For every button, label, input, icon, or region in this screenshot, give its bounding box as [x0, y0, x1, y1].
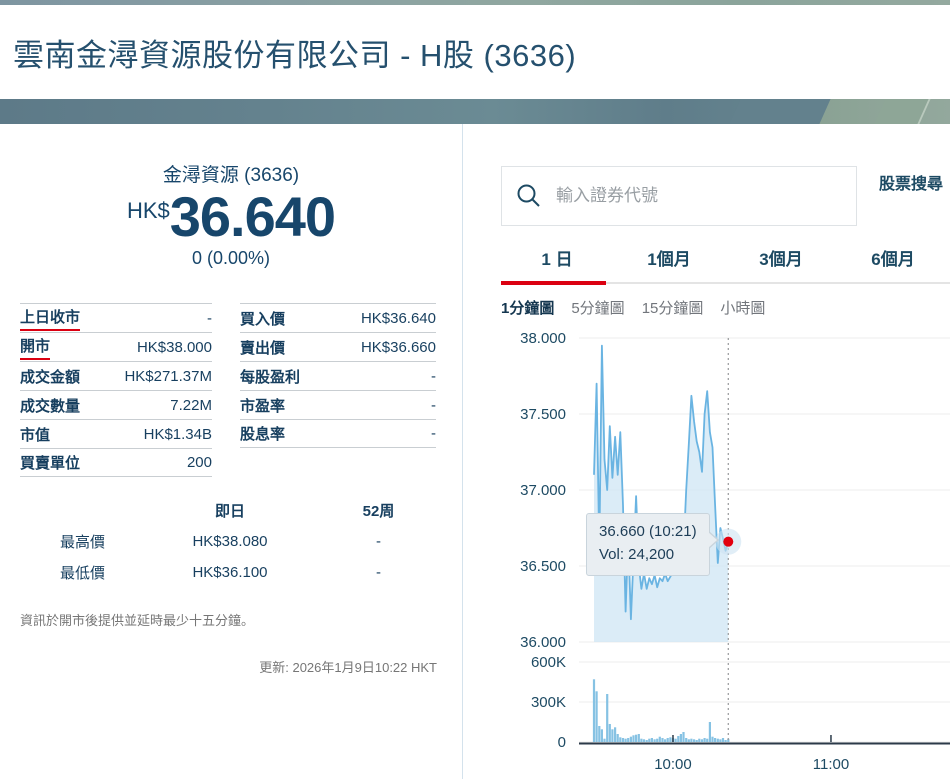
range-day-value: HK$36.100	[145, 557, 315, 588]
stat-label: 每股盈利	[240, 366, 300, 387]
stat-row: 買入價 HK$36.640	[240, 303, 436, 332]
svg-text:37.500: 37.500	[520, 406, 566, 423]
stats-right-column: 買入價 HK$36.640 賣出價 HK$36.660 每股盈利 - 市盈率 - 股息率 -	[240, 303, 436, 448]
tab-6-month[interactable]: 6個月	[837, 245, 949, 270]
stat-value: HK$271.37M	[124, 368, 212, 385]
stat-value: HK$1.34B	[144, 426, 212, 443]
tab-hour-chart[interactable]: 小時圖	[720, 297, 765, 318]
price-row: HK$ 36.640	[20, 189, 442, 245]
tab-1-minute-chart[interactable]: 1分鐘圖	[501, 297, 554, 318]
search-icon[interactable]	[516, 183, 542, 209]
svg-text:36.500: 36.500	[520, 558, 566, 575]
active-tab-indicator	[501, 281, 606, 285]
tab-1-month[interactable]: 1個月	[613, 245, 725, 270]
range-day-value: HK$38.080	[145, 526, 315, 557]
stat-label: 市值	[20, 424, 50, 445]
stat-row: 上日收市 -	[20, 303, 212, 332]
chart-panel: 股票搜尋 1 日 1個月 3個月 6個月 1分鐘圖 5分鐘圖 15分鐘圖 小時圖…	[462, 124, 950, 779]
chart-tooltip: 36.660 (10:21) Vol: 24,200	[586, 513, 710, 576]
search-box[interactable]	[501, 166, 857, 226]
stats-table: 上日收市 - 開市 HK$38.000 成交金額 HK$271.37M 成交數量 7.22M 市…	[20, 303, 442, 477]
stat-label: 買賣單位	[20, 452, 80, 473]
stat-label: 成交數量	[20, 395, 80, 416]
stat-row: 成交數量 7.22M	[20, 390, 212, 419]
svg-text:10:00: 10:00	[654, 756, 692, 773]
delay-note: 資訊於開市後提供並延時最少十五分鐘。	[20, 610, 442, 629]
price-currency: HK$	[127, 198, 170, 224]
stats-left-column: 上日收市 - 開市 HK$38.000 成交金額 HK$271.37M 成交數量 7.22M 市…	[20, 303, 212, 477]
svg-text:38.000: 38.000	[520, 330, 566, 347]
tooltip-volume-line: Vol: 24,200	[599, 543, 697, 566]
tab-15-minute-chart[interactable]: 15分鐘圖	[642, 297, 704, 318]
stock-search-link[interactable]: 股票搜尋	[879, 170, 950, 194]
svg-text:11:00: 11:00	[813, 756, 849, 773]
stat-value: HK$36.660	[361, 339, 436, 356]
stat-value: 200	[187, 454, 212, 471]
stat-row: 開市 HK$38.000	[20, 332, 212, 361]
range-corner	[20, 495, 145, 526]
svg-text:600K: 600K	[531, 654, 566, 671]
stat-value: HK$36.640	[361, 310, 436, 327]
tab-1-day[interactable]: 1 日	[501, 245, 613, 270]
updated-timestamp: 更新: 2026年1月9日10:22 HKT	[20, 657, 442, 676]
stat-label: 賣出價	[240, 337, 285, 358]
range-col-52w-header: 52周	[315, 495, 442, 526]
range-row-label: 最高價	[20, 526, 145, 557]
range-col-day-header: 即日	[145, 495, 315, 526]
stat-value: -	[431, 397, 436, 414]
stat-value: -	[431, 425, 436, 442]
stat-value: -	[431, 368, 436, 385]
stat-value: 7.22M	[170, 397, 212, 414]
quote-panel: 金潯資源 (3636) HK$ 36.640 0 (0.00%) 上日收市 - 開市…	[0, 124, 462, 779]
range-52w-value: -	[315, 557, 442, 588]
stat-label: 股息率	[240, 423, 285, 444]
stat-label[interactable]: 上日收市	[20, 306, 80, 331]
tooltip-price-line: 36.660 (10:21)	[599, 520, 697, 543]
svg-text:0: 0	[558, 734, 566, 751]
stat-row: 每股盈利 -	[240, 361, 436, 390]
svg-text:300K: 300K	[531, 694, 566, 711]
intraday-chart[interactable]: 38.000 37.500 37.000 36.500 36.000 600K 300K 0 1…	[463, 328, 950, 779]
range-52w-value: -	[315, 526, 442, 557]
page-header: 雲南金潯資源股份有限公司 - H股 (3636)	[0, 5, 950, 99]
svg-text:37.000: 37.000	[520, 482, 566, 499]
stat-row: 市盈率 -	[240, 390, 436, 419]
stat-value: HK$38.000	[137, 339, 212, 356]
stat-row: 股息率 -	[240, 419, 436, 448]
price-change: 0 (0.00%)	[20, 248, 442, 269]
stat-row: 賣出價 HK$36.660	[240, 332, 436, 361]
search-input[interactable]	[556, 186, 842, 206]
tab-5-minute-chart[interactable]: 5分鐘圖	[571, 297, 624, 318]
stat-label[interactable]: 開市	[20, 335, 50, 360]
page-title: 雲南金潯資源股份有限公司 - H股 (3636)	[13, 30, 576, 75]
stat-label: 成交金額	[20, 366, 80, 387]
price-value: 36.640	[170, 189, 335, 245]
stat-row: 成交金額 HK$271.37M	[20, 361, 212, 390]
header-facet	[729, 99, 830, 124]
svg-text:36.000: 36.000	[520, 634, 566, 651]
period-tabs: 1 日 1個月 3個月 6個月	[501, 245, 950, 284]
main-content: 金潯資源 (3636) HK$ 36.640 0 (0.00%) 上日收市 - 開市…	[0, 124, 950, 779]
interval-tabs: 1分鐘圖 5分鐘圖 15分鐘圖 小時圖	[501, 297, 950, 318]
stat-label: 買入價	[240, 308, 285, 329]
stock-name: 金潯資源 (3636)	[20, 160, 442, 187]
stat-label: 市盈率	[240, 395, 285, 416]
header-decorative-band	[0, 99, 950, 124]
stat-value: -	[207, 310, 212, 327]
range-row-label: 最低價	[20, 557, 145, 588]
range-table: 即日 52周 最高價HK$38.080- 最低價HK$36.100-	[20, 495, 442, 588]
stat-row: 買賣單位 200	[20, 448, 212, 477]
search-row: 股票搜尋	[501, 166, 950, 226]
app: 雲南金潯資源股份有限公司 - H股 (3636) 金潯資源 (3636) HK$…	[0, 0, 950, 779]
tab-3-month[interactable]: 3個月	[725, 245, 837, 270]
header-facet	[874, 99, 930, 124]
stat-row: 市值 HK$1.34B	[20, 419, 212, 448]
